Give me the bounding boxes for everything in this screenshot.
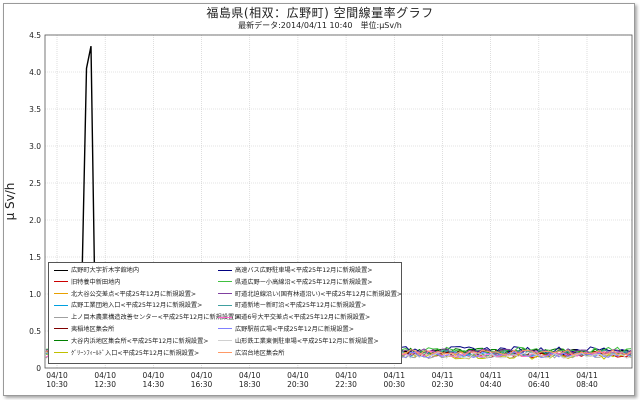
legend-swatch [218,281,232,283]
legend-label: 県道広野ー小高線沿<平成25年12月に新規設置> [235,278,373,286]
legend-label: 広野町大字折木字舘地内 [71,267,140,274]
y-tick-label: 1.5 [29,253,41,262]
x-tick-time: 04:40 [480,380,502,389]
legend-swatch [218,293,232,295]
x-tick-date: 04/11 [528,371,550,380]
legend-label: 大谷内浜地区集会所<平成25年12月に新規設置> [71,337,209,345]
legend-label: 国道6号大平交差点<平成25年12月に新規設置> [235,314,371,322]
legend-item: 広沼台地区集会所 [215,348,402,360]
legend-item: 国道6号大平交差点<平成25年12月に新規設置> [215,312,402,324]
x-tick-time: 20:30 [287,380,309,389]
legend-label: 北大谷公交差点<平成25年12月に新規設置> [71,290,197,298]
legend-item: 上ノ目木農業構造改善センター<平成25年12月に新規設置> [51,312,239,324]
x-tick-time: 02:30 [432,380,454,389]
legend-label: 旧特養中新田地内 [71,278,121,286]
x-tick-time: 08:40 [576,380,598,389]
legend-swatch [54,352,68,354]
x-tick-date: 04/11 [432,371,454,380]
y-tick-label: 0.5 [29,327,41,336]
legend-item: 夷稲地区集会所 [51,324,239,336]
legend-item: 広野町大字折木字舘地内 [51,265,239,277]
x-tick-time: 16:30 [191,380,213,389]
legend-label: 町道新地ー新町沿<平成25年12月に新規設置> [235,302,367,310]
legend-label: 広野駅前広場<平成25年12月に新規設置> [235,325,354,333]
x-tick-date: 04/10 [46,371,68,380]
x-tick-date: 04/10 [335,371,357,380]
legend-label: 町道北迫線沿い(国有林道沿い)<平成25年12月に新規設置> [235,290,403,298]
y-tick-label: 2.0 [29,216,41,225]
legend-swatch [54,316,68,318]
legend-item: 広野工業団地入口<平成25年12月に新規設置> [51,300,239,312]
x-tick-date: 04/10 [287,371,309,380]
legend-label: 高速バス広野駐車場<平成25年12月に新規設置> [235,267,373,274]
legend-label: ｸﾞﾘｰﾝﾌｨｰﾙﾄﾞ入口<平成25年12月に新規設置> [71,349,200,357]
legend-label: 山形鉄工業東側駐車場<平成25年12月に新規設置> [235,337,379,345]
legend-label: 夷稲地区集会所 [71,325,115,333]
legend-item: 北大谷公交差点<平成25年12月に新規設置> [51,289,239,301]
y-tick-label: 3.0 [29,142,41,151]
y-tick-label: 4.5 [29,31,41,40]
legend-swatch [54,281,68,283]
x-tick-time: 06:40 [528,380,550,389]
legend-item: ｸﾞﾘｰﾝﾌｨｰﾙﾄﾞ入口<平成25年12月に新規設置> [51,348,239,360]
y-tick-label: 3.5 [29,105,41,114]
x-tick-time: 10:30 [46,380,68,389]
y-axis-label: μ Sv/h [3,183,17,221]
legend-swatch [218,304,232,306]
legend-item: 山形鉄工業東側駐車場<平成25年12月に新規設置> [215,336,402,348]
x-tick-date: 04/10 [143,371,165,380]
legend-swatch [54,328,68,330]
x-tick-time: 18:30 [239,380,261,389]
legend-item: 大谷内浜地区集会所<平成25年12月に新規設置> [51,336,239,348]
legend-swatch [54,340,68,342]
legend-swatch [54,304,68,306]
legend-column-right: 高速バス広野駐車場<平成25年12月に新規設置> 県道広野ー小高線沿<平成25年1… [215,265,402,359]
legend-swatch [54,269,68,271]
legend-item: 町道北迫線沿い(国有林道沿い)<平成25年12月に新規設置> [215,289,402,301]
legend-item: 高速バス広野駐車場<平成25年12月に新規設置> [215,265,402,277]
legend-swatch [218,352,232,354]
legend-swatch [218,269,232,271]
x-tick-date: 04/11 [480,371,502,380]
legend-swatch [218,316,232,318]
x-tick-time: 22:30 [335,380,357,389]
legend-item: 県道広野ー小高線沿<平成25年12月に新規設置> [215,277,402,289]
legend-swatch [218,340,232,342]
legend-label: 広沼台地区集会所 [235,349,285,357]
x-tick-date: 04/11 [383,371,405,380]
legend-item: 町道新地ー新町沿<平成25年12月に新規設置> [215,300,402,312]
x-tick-date: 04/10 [191,371,213,380]
x-tick-time: 12:30 [94,380,116,389]
x-tick-date: 04/10 [239,371,261,380]
chart-legend: 広野町大字折木字舘地内 旧特養中新田地内北大谷公交差点<平成25年12月に新規設置… [48,262,402,364]
x-tick-date: 04/11 [576,371,598,380]
legend-item: 旧特養中新田地内 [51,277,239,289]
x-tick-time: 00:30 [383,380,405,389]
legend-item: 広野駅前広場<平成25年12月に新規設置> [215,324,402,336]
legend-swatch [54,293,68,295]
x-tick-date: 04/10 [94,371,116,380]
legend-column-left: 広野町大字折木字舘地内 旧特養中新田地内北大谷公交差点<平成25年12月に新規設置… [51,265,239,359]
x-tick-time: 14:30 [143,380,165,389]
legend-swatch [218,328,232,330]
y-tick-label: 1.0 [29,290,41,299]
y-tick-label: 2.5 [29,179,41,188]
legend-label: 広野工業団地入口<平成25年12月に新規設置> [71,302,203,310]
y-tick-label: 4.0 [29,68,41,77]
y-tick-label: 0 [36,364,41,373]
